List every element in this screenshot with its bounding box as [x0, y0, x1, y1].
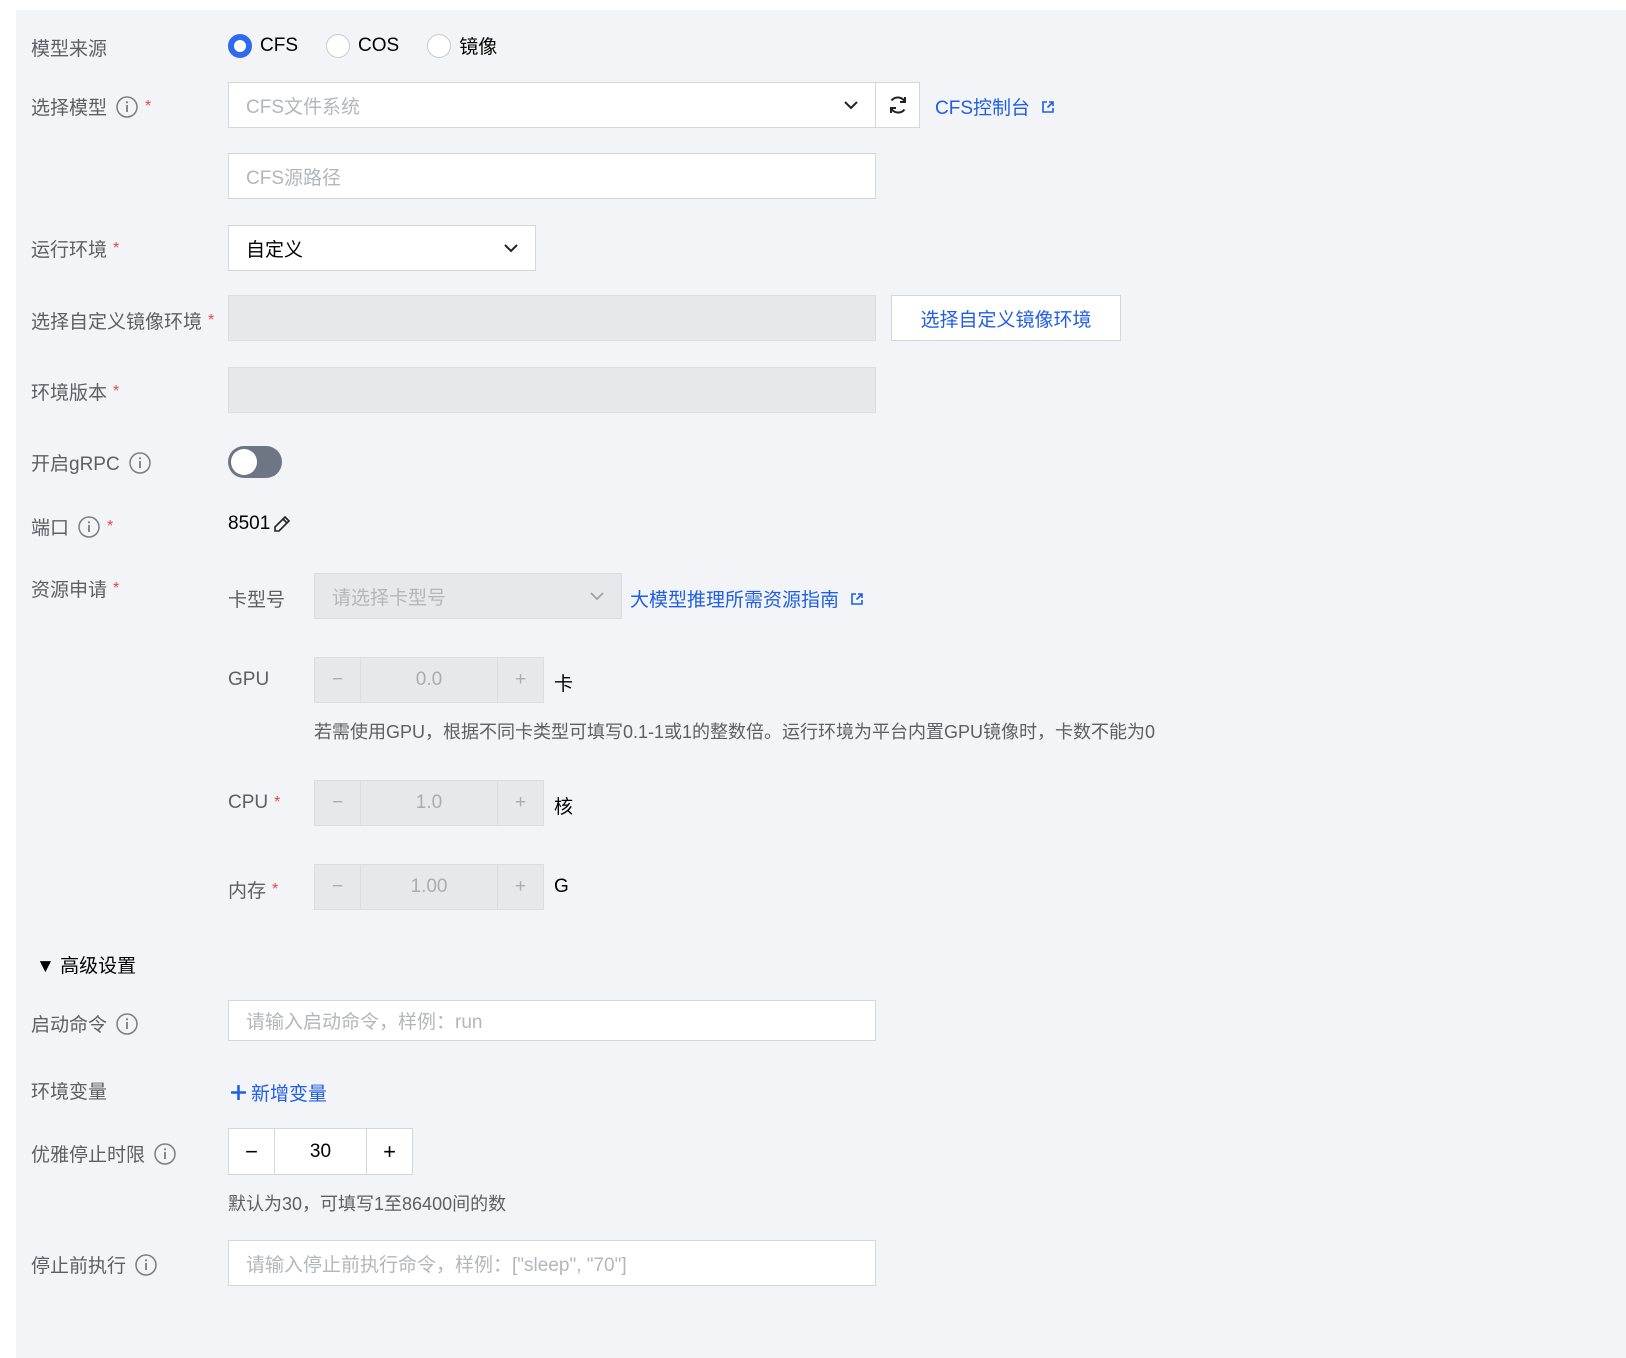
info-icon[interactable]	[77, 515, 101, 539]
required-mark: *	[113, 579, 120, 597]
info-icon[interactable]	[153, 1142, 177, 1166]
custom-image-label: 选择自定义镜像环境 *	[31, 311, 215, 334]
grace-period-hint: 默认为30，可填写1至86400间的数	[228, 1194, 507, 1214]
gpu-unit: 卡	[554, 674, 574, 695]
cpu-unit: 核	[554, 797, 574, 818]
select-model-label: 选择模型 *	[31, 93, 151, 120]
chevron-down-icon	[844, 101, 858, 110]
radio-cos-indicator[interactable]	[326, 33, 350, 58]
radio-cfs[interactable]: CFS	[228, 32, 298, 59]
env-vars-label: 环境变量	[31, 1082, 108, 1103]
memory-value[interactable]: 1.00	[360, 864, 498, 910]
grace-period-increment-button[interactable]: +	[366, 1128, 413, 1175]
memory-stepper[interactable]: − 1.00 +	[314, 864, 544, 910]
gpu-stepper[interactable]: − 0.0 +	[314, 657, 544, 703]
info-icon[interactable]	[134, 1253, 158, 1277]
grace-period-decrement-button[interactable]: −	[228, 1128, 275, 1175]
toggle-knob	[231, 449, 257, 475]
required-mark: *	[145, 97, 152, 115]
pre-stop-input[interactable]: 请输入停止前执行命令，样例：["sleep", "70"]	[228, 1240, 876, 1286]
cpu-stepper[interactable]: − 1.0 +	[314, 780, 544, 826]
grace-period-stepper[interactable]: − 30 +	[228, 1128, 413, 1175]
edit-pencil-icon[interactable]	[272, 514, 292, 534]
select-custom-image-button[interactable]: 选择自定义镜像环境	[891, 295, 1121, 341]
cpu-decrement-button[interactable]: −	[314, 780, 361, 826]
pre-stop-label: 停止前执行	[31, 1251, 158, 1278]
memory-increment-button[interactable]: +	[497, 864, 544, 910]
plus-icon	[231, 1085, 246, 1100]
required-mark: *	[274, 794, 281, 811]
form-panel: 模型来源 CFS COS 镜像 选择模型 * CFS文件系统 CFS控制台 CF…	[16, 10, 1626, 1358]
radio-image-indicator[interactable]	[427, 33, 452, 58]
grace-period-label: 优雅停止时限	[31, 1140, 177, 1167]
custom-image-field	[228, 295, 876, 341]
cpu-increment-button[interactable]: +	[497, 780, 544, 826]
memory-label: 内存 *	[228, 880, 279, 903]
card-type-select[interactable]: 请选择卡型号	[314, 573, 622, 619]
cpu-value[interactable]: 1.0	[360, 780, 498, 826]
gpu-increment-button[interactable]: +	[497, 657, 544, 703]
gpu-hint: 若需使用GPU，根据不同卡类型可填写0.1-1或1的整数倍。运行环境为平台内置G…	[314, 722, 1156, 742]
env-version-field	[228, 367, 876, 413]
refresh-button[interactable]	[875, 82, 920, 128]
runtime-env-select[interactable]: 自定义	[228, 225, 536, 271]
radio-cfs-indicator[interactable]	[228, 33, 252, 58]
external-link-icon	[851, 592, 863, 605]
info-icon[interactable]	[115, 1012, 139, 1036]
grpc-label: 开启gRPC	[31, 449, 152, 476]
runtime-env-label: 运行环境 *	[31, 239, 120, 262]
chevron-down-icon	[504, 244, 518, 253]
memory-decrement-button[interactable]: −	[314, 864, 361, 910]
advanced-settings-toggle[interactable]: ▼ 高级设置	[36, 951, 136, 978]
info-icon[interactable]	[128, 451, 152, 475]
model-source-label: 模型来源	[31, 39, 108, 60]
port-value: 8501	[228, 513, 292, 535]
required-mark: *	[107, 517, 114, 535]
grace-period-value[interactable]: 30	[274, 1128, 367, 1175]
required-mark: *	[113, 239, 120, 257]
start-cmd-input[interactable]: 请输入启动命令，样例：run	[228, 1000, 876, 1041]
gpu-value[interactable]: 0.0	[360, 657, 498, 703]
memory-unit: G	[554, 876, 569, 897]
cfs-filesystem-select[interactable]: CFS文件系统	[228, 82, 876, 128]
card-type-label: 卡型号	[228, 590, 286, 611]
info-icon[interactable]	[115, 95, 139, 119]
gpu-decrement-button[interactable]: −	[314, 657, 361, 703]
cfs-console-link[interactable]: CFS控制台	[935, 93, 1056, 120]
refresh-icon	[889, 96, 906, 114]
start-cmd-label: 启动命令	[31, 1010, 139, 1037]
required-mark: *	[272, 880, 279, 898]
cfs-source-path-input[interactable]: CFS源路径	[228, 153, 876, 199]
chevron-down-icon	[590, 592, 604, 601]
radio-image[interactable]: 镜像	[427, 32, 497, 59]
gpu-label: GPU	[228, 669, 270, 690]
env-version-label: 环境版本 *	[31, 382, 120, 405]
external-link-icon	[1042, 100, 1054, 113]
radio-cos[interactable]: COS	[326, 32, 399, 59]
add-env-var-button[interactable]: 新增变量	[230, 1079, 327, 1106]
port-label: 端口 *	[31, 513, 113, 540]
grpc-toggle[interactable]	[228, 446, 282, 478]
required-mark: *	[208, 311, 215, 329]
resources-label: 资源申请 *	[31, 579, 120, 602]
required-mark: *	[113, 382, 120, 400]
model-source-radio-group: CFS COS 镜像	[228, 32, 497, 59]
resource-guide-link[interactable]: 大模型推理所需资源指南	[630, 585, 865, 612]
cpu-label: CPU *	[228, 792, 281, 813]
